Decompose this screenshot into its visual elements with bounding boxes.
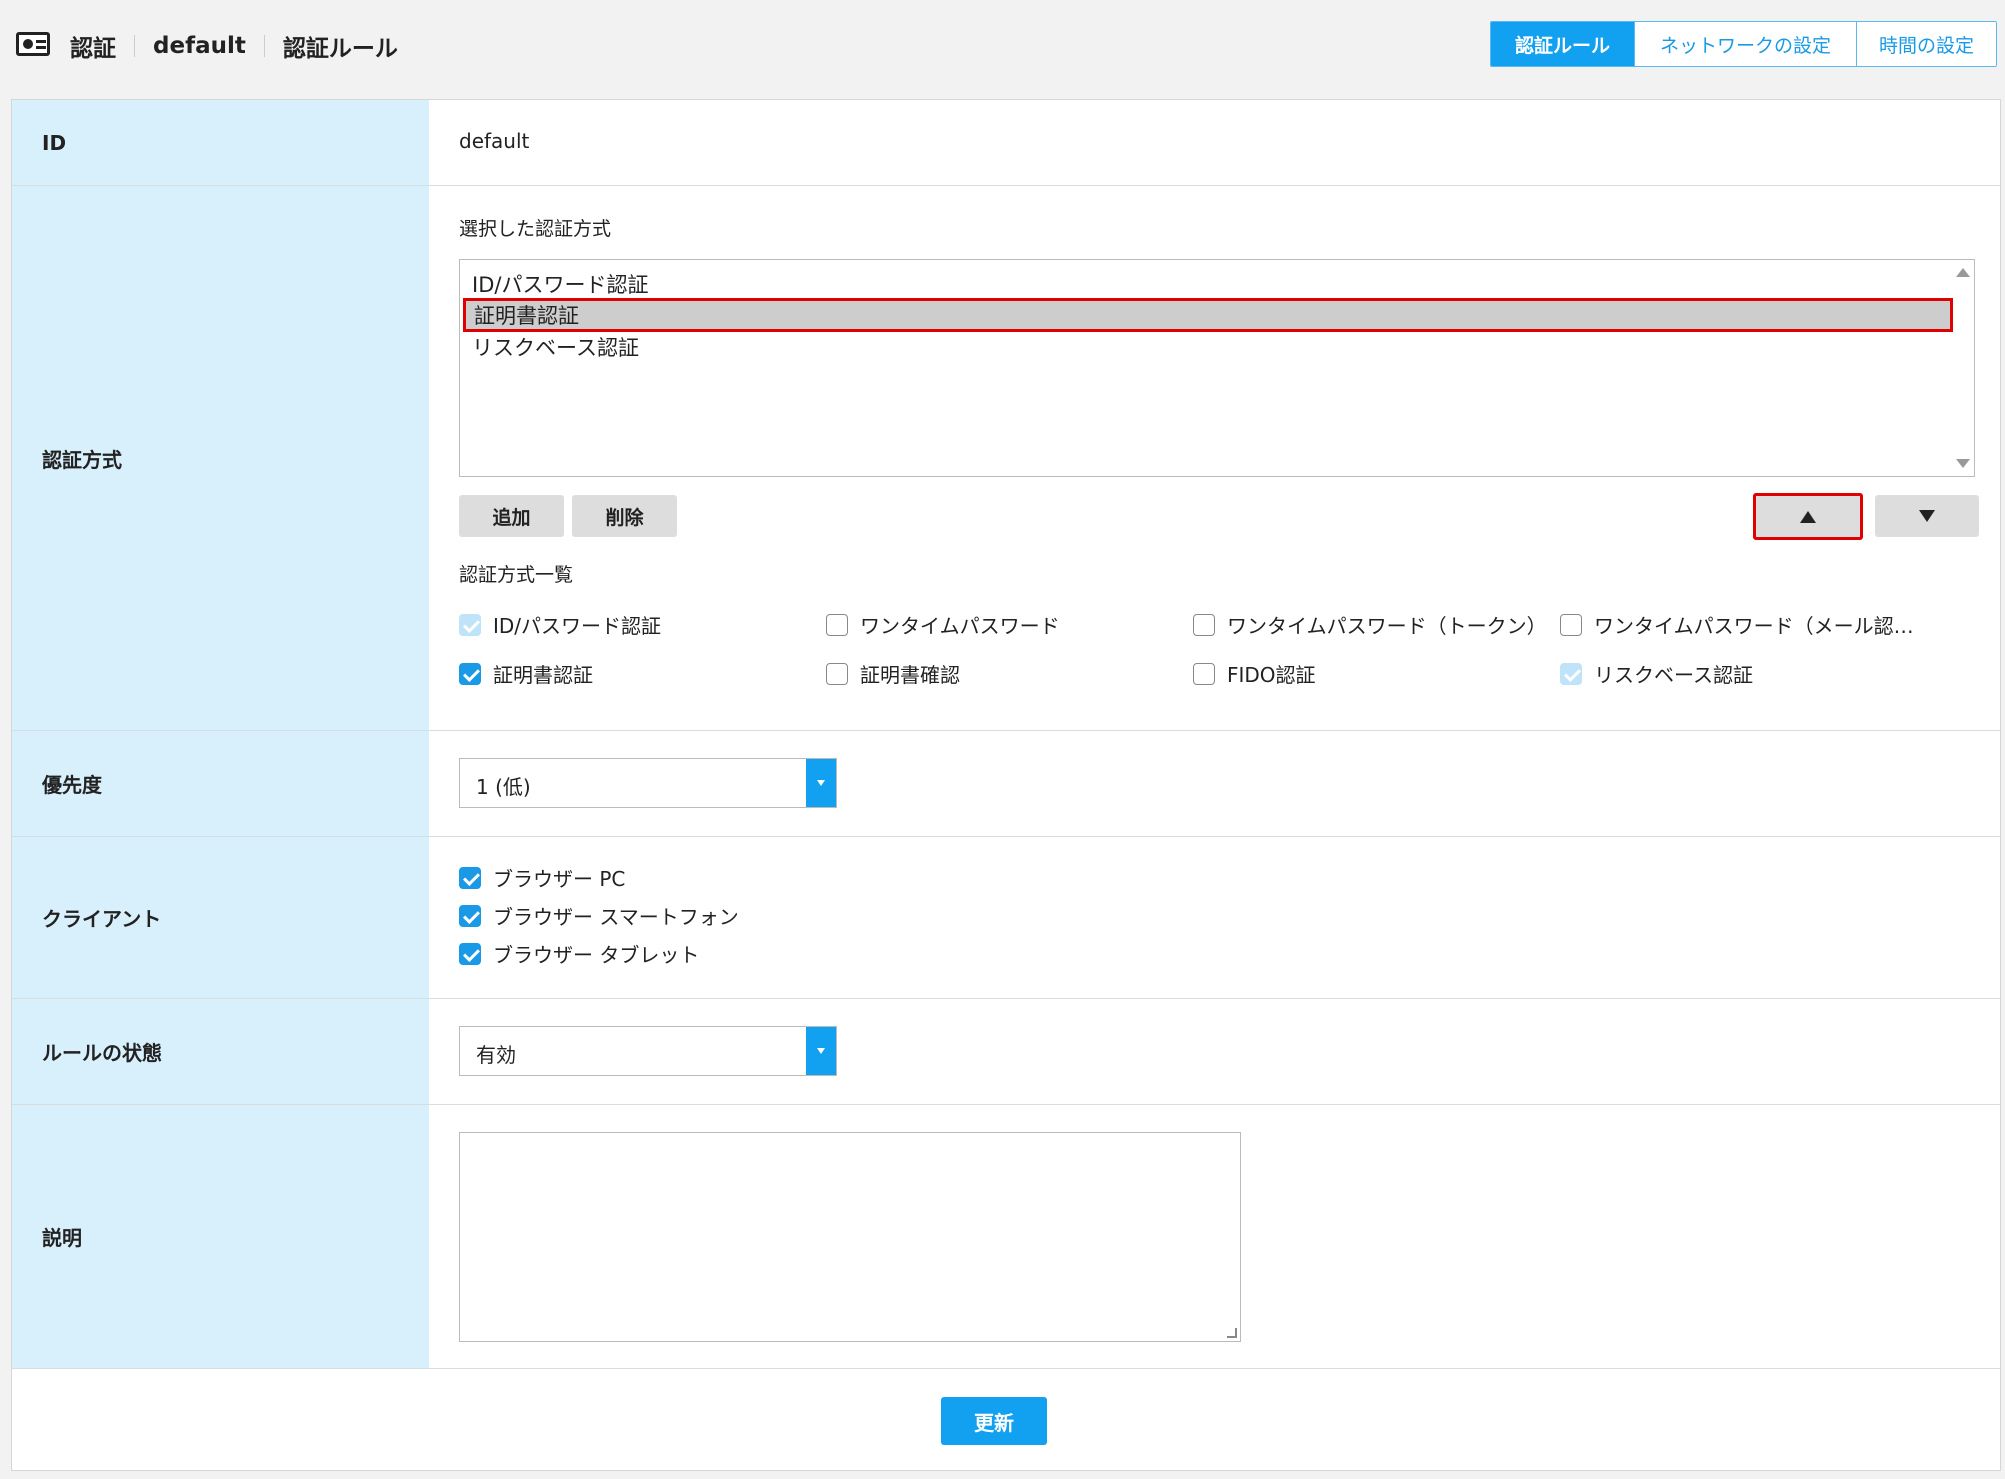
- method-checkbox-otp[interactable]: ワンタイムパスワード: [826, 610, 1060, 639]
- method-checkbox-otp-email[interactable]: ワンタイムパスワード（メール認…: [1560, 610, 1914, 639]
- breadcrumb: 認証 default 認証ルール: [70, 26, 398, 66]
- client-checkbox-tablet[interactable]: ブラウザー タブレット: [459, 939, 699, 968]
- chevron-down-icon[interactable]: [806, 1027, 836, 1075]
- auth-method-label: 認証方式: [12, 186, 429, 730]
- checkbox[interactable]: [826, 662, 848, 685]
- row-id: ID default: [12, 100, 2000, 186]
- method-checkbox-certificate-check[interactable]: 証明書確認: [826, 659, 960, 688]
- tab-time-settings[interactable]: 時間の設定: [1856, 22, 1996, 66]
- checkbox-checked[interactable]: [459, 904, 481, 927]
- priority-select[interactable]: 1 (低): [459, 758, 837, 808]
- resize-handle-icon[interactable]: [1227, 1328, 1237, 1338]
- methods-catalog-heading: 認証方式一覧: [459, 564, 574, 586]
- rule-form: ID default 認証方式 選択した認証方式 ID/パスワード認証 証明書認…: [11, 99, 2001, 1471]
- client-label: クライアント: [12, 837, 429, 998]
- description-textarea[interactable]: [459, 1132, 1241, 1342]
- checkbox-checked-disabled: [1560, 662, 1582, 685]
- row-priority: 優先度 1 (低): [12, 731, 2000, 837]
- breadcrumb-default[interactable]: default: [153, 33, 246, 59]
- priority-label: 優先度: [12, 731, 429, 836]
- checkbox[interactable]: [1193, 613, 1215, 636]
- tab-network-settings[interactable]: ネットワークの設定: [1634, 22, 1856, 66]
- checkbox-label[interactable]: ワンタイムパスワード（メール認…: [1594, 610, 1914, 639]
- list-item-id-password[interactable]: ID/パスワード認証: [472, 269, 648, 299]
- checkbox-label[interactable]: FIDO認証: [1227, 659, 1316, 688]
- checkbox-label[interactable]: ワンタイムパスワード: [860, 610, 1060, 639]
- priority-select-value: 1 (低): [476, 775, 531, 799]
- add-button[interactable]: 追加: [459, 495, 564, 537]
- checkbox-checked[interactable]: [459, 866, 481, 889]
- scroll-down-icon[interactable]: [1956, 459, 1970, 468]
- selected-methods-heading: 選択した認証方式: [459, 218, 612, 240]
- tab-bar: 認証ルール ネットワークの設定 時間の設定: [1490, 21, 1997, 67]
- breadcrumb-auth-rule: 認証ルール: [282, 36, 398, 62]
- move-up-button[interactable]: [1753, 493, 1863, 540]
- description-label: 説明: [12, 1105, 429, 1368]
- checkbox-label[interactable]: ブラウザー スマートフォン: [493, 901, 739, 930]
- rule-state-label: ルールの状態: [12, 999, 429, 1104]
- method-checkbox-id-password: ID/パスワード認証: [459, 610, 661, 639]
- checkbox-label[interactable]: ブラウザー PC: [493, 863, 625, 892]
- checkbox-checked-disabled: [459, 613, 481, 636]
- checkbox-label[interactable]: 証明書認証: [493, 659, 593, 688]
- client-checkbox-pc[interactable]: ブラウザー PC: [459, 863, 625, 892]
- breadcrumb-divider: [134, 35, 135, 57]
- page-header: 認証 default 認証ルール 認証ルール ネットワークの設定 時間の設定: [0, 0, 2005, 100]
- row-auth-method: 認証方式 選択した認証方式 ID/パスワード認証 証明書認証 リスクベース認証 …: [12, 186, 2000, 731]
- checkbox-label[interactable]: 証明書確認: [860, 659, 960, 688]
- selected-methods-listbox[interactable]: ID/パスワード認証 証明書認証 リスクベース認証: [459, 259, 1975, 477]
- checkbox-label: リスクベース認証: [1594, 663, 1753, 687]
- method-checkbox-certificate[interactable]: 証明書認証: [459, 659, 593, 688]
- scroll-up-icon[interactable]: [1956, 268, 1970, 277]
- id-value: default: [459, 129, 530, 153]
- row-rule-state: ルールの状態 有効: [12, 999, 2000, 1105]
- checkbox[interactable]: [1560, 613, 1582, 636]
- list-item-certificate[interactable]: 証明書認証: [463, 298, 1953, 332]
- checkbox-checked[interactable]: [459, 942, 481, 965]
- row-description: 説明: [12, 1105, 2000, 1369]
- checkbox-label: ID/パスワード認証: [493, 614, 662, 638]
- rule-state-select[interactable]: 有効: [459, 1026, 837, 1076]
- breadcrumb-divider: [263, 35, 265, 57]
- checkbox[interactable]: [826, 613, 848, 636]
- tab-auth-rule[interactable]: 認証ルール: [1491, 22, 1634, 66]
- checkbox[interactable]: [1193, 662, 1215, 685]
- method-checkbox-otp-token[interactable]: ワンタイムパスワード（トークン）: [1193, 610, 1547, 639]
- id-card-icon: [16, 32, 50, 56]
- list-item-risk-based[interactable]: リスクベース認証: [472, 332, 639, 362]
- arrow-down-icon: [1919, 510, 1935, 522]
- rule-state-select-value: 有効: [476, 1043, 516, 1067]
- checkbox-label[interactable]: ブラウザー タブレット: [493, 939, 699, 968]
- id-label: ID: [12, 100, 429, 185]
- breadcrumb-auth[interactable]: 認証: [70, 29, 116, 63]
- delete-button[interactable]: 削除: [572, 495, 677, 537]
- arrow-up-icon: [1800, 510, 1816, 523]
- update-button[interactable]: 更新: [941, 1397, 1047, 1445]
- checkbox-checked[interactable]: [459, 662, 481, 685]
- method-checkbox-risk-based: リスクベース認証: [1560, 659, 1753, 688]
- row-client: クライアント ブラウザー PC ブラウザー スマートフォン ブラウザー タブレッ…: [12, 837, 2000, 999]
- method-checkbox-fido[interactable]: FIDO認証: [1193, 659, 1316, 688]
- checkbox-label[interactable]: ワンタイムパスワード（トークン）: [1227, 610, 1547, 639]
- move-down-button[interactable]: [1875, 495, 1979, 537]
- client-checkbox-smartphone[interactable]: ブラウザー スマートフォン: [459, 901, 739, 930]
- chevron-down-icon[interactable]: [806, 759, 836, 807]
